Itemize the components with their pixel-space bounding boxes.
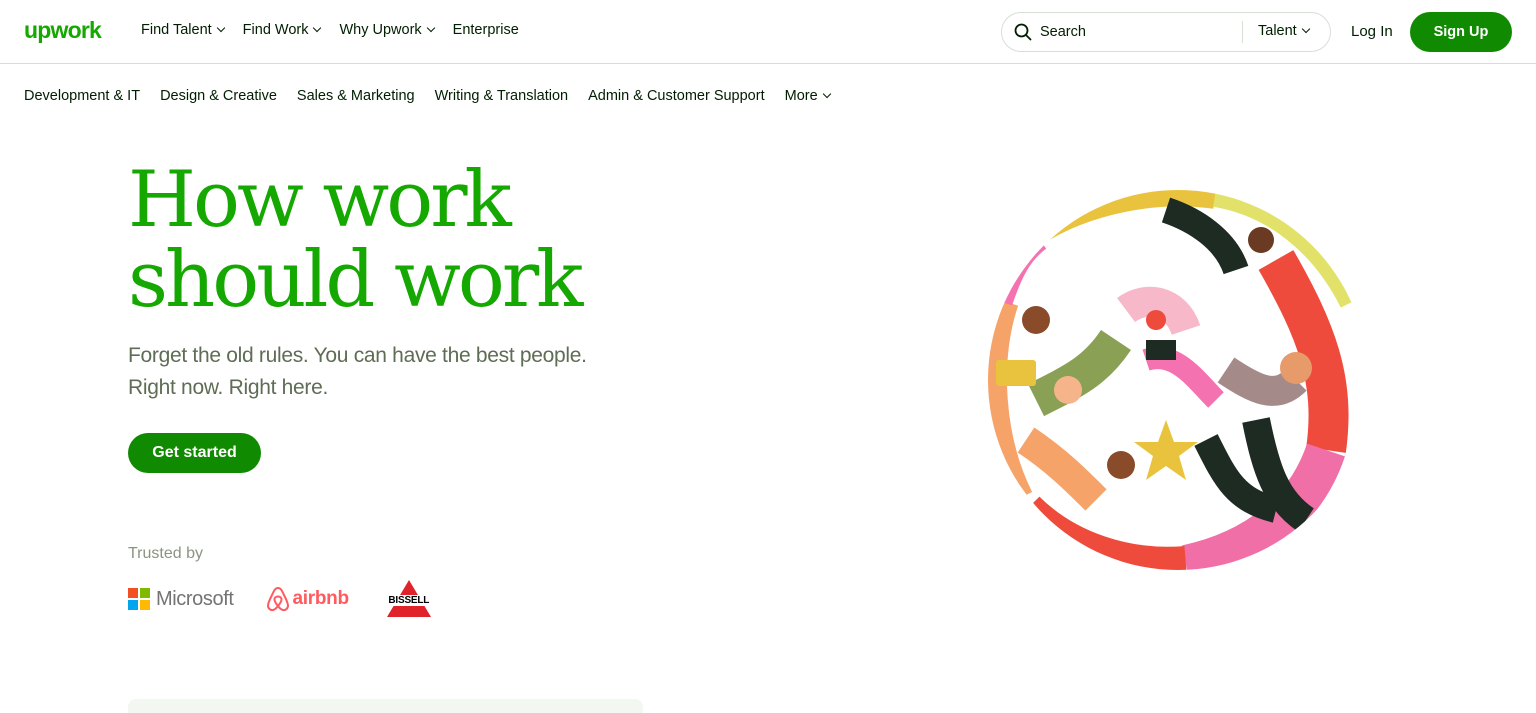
bissell-wordmark: BISSELL <box>380 595 437 606</box>
search-bar: Talent <box>1001 12 1331 52</box>
chevron-down-icon <box>426 23 435 33</box>
search-type-dropdown[interactable]: Talent <box>1258 23 1310 39</box>
hero-subtitle: Forget the old rules. You can have the b… <box>128 340 648 404</box>
chevron-down-icon <box>822 89 831 99</box>
airbnb-wordmark: airbnb <box>292 588 350 609</box>
top-header: upwork Find Talent Find Work Why Upwork … <box>0 0 1536 64</box>
hero-subtitle-line1: Forget the old rules. You can have the b… <box>128 344 587 367</box>
microsoft-wordmark: Microsoft <box>156 587 234 610</box>
upwork-logo[interactable]: upwork <box>24 17 102 44</box>
hero-title-line1: How work <box>128 155 512 245</box>
category-sales-marketing[interactable]: Sales & Marketing <box>297 88 415 104</box>
airbnb-logo: airbnb <box>266 586 349 612</box>
category-writing-translation[interactable]: Writing & Translation <box>435 88 569 104</box>
nav-why-upwork-label: Why Upwork <box>339 22 422 38</box>
category-nav: Development & IT Design & Creative Sales… <box>24 88 850 104</box>
nav-find-talent[interactable]: Find Talent <box>141 22 225 38</box>
hero-title-line2: should work <box>128 235 583 325</box>
airbnb-belo-icon <box>266 586 289 612</box>
category-admin-support[interactable]: Admin & Customer Support <box>588 88 765 104</box>
category-more[interactable]: More <box>784 88 831 104</box>
microsoft-grid-icon <box>128 588 150 610</box>
category-design-creative[interactable]: Design & Creative <box>160 88 277 104</box>
nav-why-upwork[interactable]: Why Upwork <box>339 22 435 38</box>
chevron-down-icon <box>313 23 322 33</box>
chevron-down-icon <box>216 23 225 33</box>
login-link[interactable]: Log In <box>1351 23 1393 40</box>
main-nav: Find Talent Find Work Why Upwork Enterpr… <box>141 22 538 38</box>
hero-subtitle-line2: Right now. Right here. <box>128 376 329 399</box>
chevron-down-icon <box>1301 24 1310 34</box>
bissell-logo: BISSELL <box>380 580 437 618</box>
category-development-it[interactable]: Development & IT <box>24 88 140 104</box>
signup-button[interactable]: Sign Up <box>1410 12 1512 52</box>
nav-find-talent-label: Find Talent <box>141 22 212 38</box>
search-icon[interactable] <box>1014 23 1032 41</box>
nav-find-work[interactable]: Find Work <box>242 22 322 38</box>
search-input[interactable] <box>1040 21 1235 43</box>
trusted-by-label: Trusted by <box>128 545 203 562</box>
nav-find-work-label: Find Work <box>242 22 309 38</box>
nav-enterprise-label: Enterprise <box>452 22 519 38</box>
trusted-logos: Microsoft airbnb BISSELL <box>128 580 437 618</box>
hero-illustration <box>988 190 1368 570</box>
search-divider <box>1242 21 1243 43</box>
hero-title: How work should work <box>128 160 648 320</box>
nav-enterprise[interactable]: Enterprise <box>453 22 519 38</box>
category-more-label: More <box>784 88 818 104</box>
get-started-button[interactable]: Get started <box>128 433 261 473</box>
bottom-card <box>128 699 643 713</box>
microsoft-logo: Microsoft <box>128 588 234 611</box>
search-type-label: Talent <box>1258 23 1297 39</box>
